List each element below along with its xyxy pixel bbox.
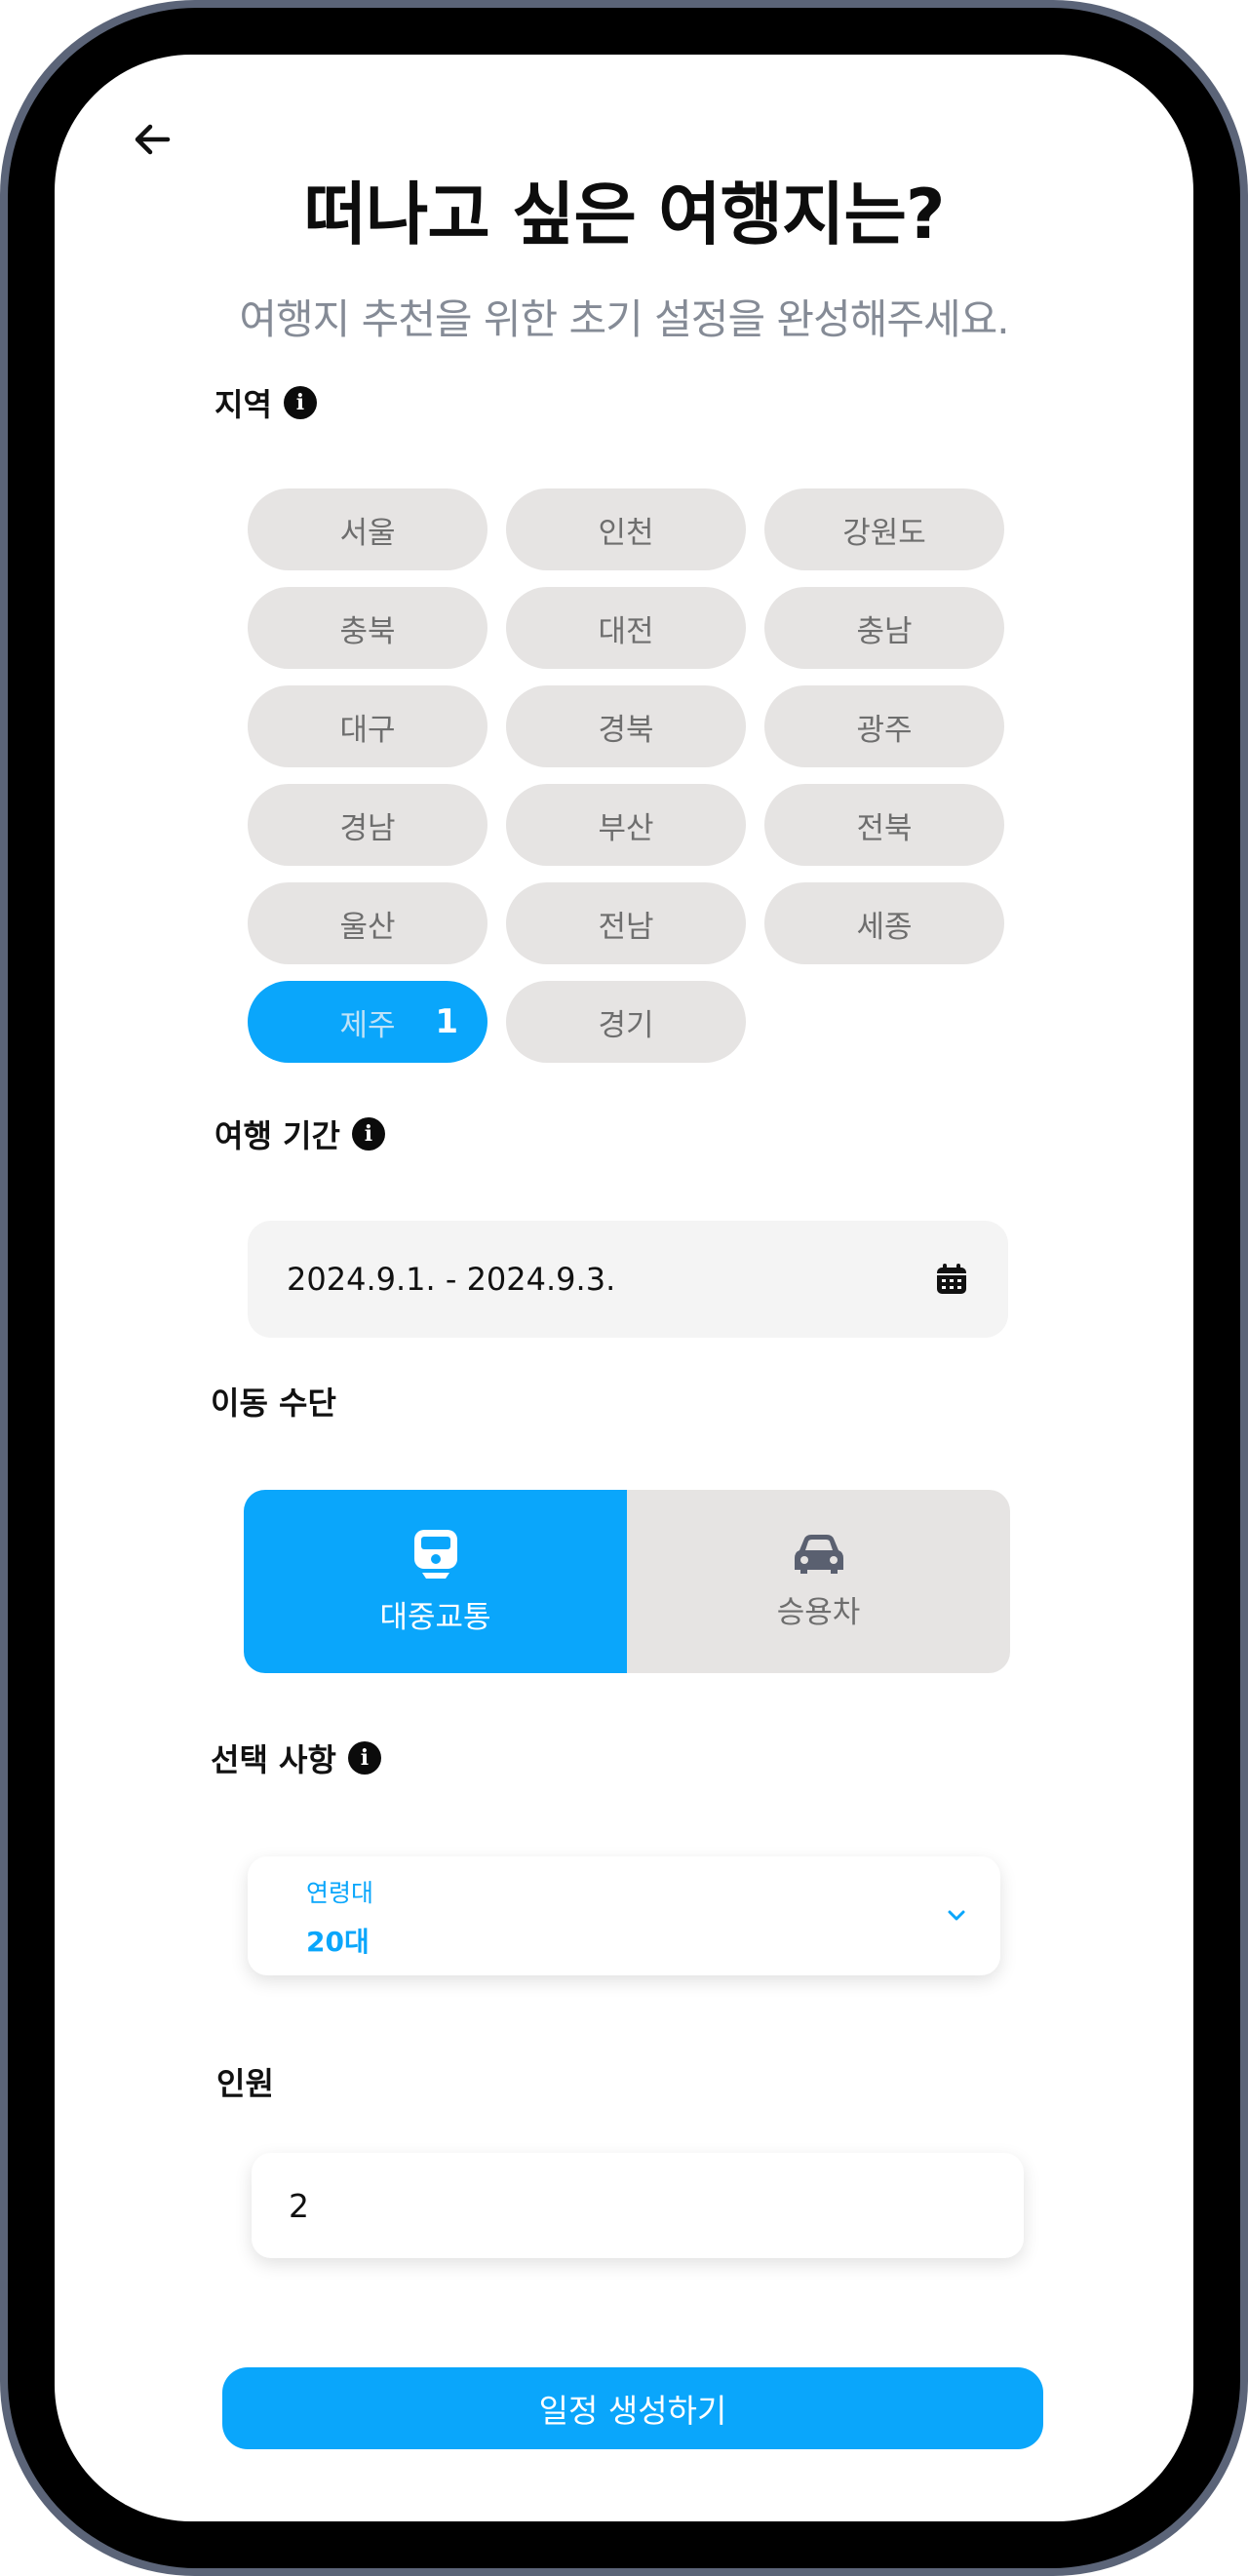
region-chip[interactable]: 광주	[764, 685, 1004, 767]
region-chip[interactable]: 대구	[248, 685, 488, 767]
region-chip-label: 울산	[339, 909, 396, 945]
calendar-icon[interactable]	[934, 1262, 969, 1297]
age-select-label: 연령대	[306, 1879, 374, 1907]
options-label: 선택 사항	[211, 1741, 336, 1778]
region-chip[interactable]: 인천	[506, 488, 746, 570]
region-chip-label: 강원도	[842, 515, 926, 551]
people-label: 인원	[216, 2065, 274, 2102]
region-chip-label: 경북	[598, 712, 654, 748]
transport-option-car[interactable]: 승용차	[627, 1490, 1010, 1673]
region-chip-label: 대구	[339, 712, 396, 748]
region-chip[interactable]: 대전	[506, 587, 746, 669]
region-chip[interactable]: 세종	[764, 882, 1004, 964]
region-chip-label: 부산	[598, 810, 654, 846]
info-icon[interactable]: i	[347, 1741, 381, 1775]
region-chip[interactable]: 경기	[506, 981, 746, 1063]
region-chip-label: 인천	[598, 515, 654, 551]
region-label: 지역	[214, 386, 272, 423]
transport-option-label: 승용차	[776, 1594, 861, 1630]
screen: 떠나고 싶은 여행지는? 여행지 추천을 위한 초기 설정을 완성해주세요. 지…	[55, 55, 1193, 2521]
region-chip[interactable]: 부산	[506, 784, 746, 866]
region-chip-label: 충북	[339, 613, 396, 649]
transport-option-label: 대중교통	[379, 1599, 491, 1635]
region-chip-grid: 서울 인천 강원도충북 대전 충남대구 경북 광주경남 부산 전북울산 전남 세종제주 1 경기	[248, 488, 1004, 1063]
people-section-label: 인원	[216, 2059, 274, 2104]
back-arrow-icon[interactable]	[129, 115, 177, 164]
region-chip-label: 광주	[856, 712, 913, 748]
page-subtitle: 여행지 추천을 위한 초기 설정을 완성해주세요.	[239, 295, 1009, 343]
transport-section-label: 이동 수단	[211, 1379, 336, 1424]
date-range-field[interactable]: 2024.9.1. - 2024.9.3.	[248, 1221, 1008, 1338]
transport-option-public[interactable]: 대중교통	[244, 1490, 627, 1673]
info-icon[interactable]: i	[351, 1117, 385, 1151]
region-chip-label: 경기	[598, 1007, 654, 1043]
create-schedule-button[interactable]: 일정 생성하기	[222, 2367, 1043, 2449]
period-label: 여행 기간	[214, 1117, 340, 1154]
region-chip-label: 전북	[856, 810, 913, 846]
region-chip[interactable]: 경남	[248, 784, 488, 866]
page-title: 떠나고 싶은 여행지는?	[303, 175, 946, 254]
region-section-label: 지역 i	[214, 380, 317, 425]
region-chip[interactable]: 강원도	[764, 488, 1004, 570]
region-chip-label: 대전	[598, 613, 654, 649]
transport-label: 이동 수단	[211, 1385, 336, 1422]
transport-selector: 대중교통 승용차	[244, 1490, 1010, 1673]
region-chip-label: 서울	[339, 515, 396, 551]
region-chip[interactable]: 전남	[506, 882, 746, 964]
region-chip[interactable]: 충북	[248, 587, 488, 669]
age-select-value: 20대	[306, 1926, 370, 1958]
region-chip-label: 충남	[856, 613, 913, 649]
region-chip-label: 제주	[339, 1007, 396, 1043]
region-chip[interactable]: 제주 1	[248, 981, 488, 1063]
region-chip[interactable]: 경북	[506, 685, 746, 767]
chevron-down-icon[interactable]	[942, 1901, 971, 1931]
region-chip-label: 전남	[598, 909, 654, 945]
region-chip[interactable]: 전북	[764, 784, 1004, 866]
train-icon	[413, 1529, 457, 1579]
region-chip[interactable]: 충남	[764, 587, 1004, 669]
region-chip[interactable]: 서울	[248, 488, 488, 570]
period-section-label: 여행 기간 i	[214, 1112, 385, 1156]
info-icon[interactable]: i	[283, 386, 317, 419]
region-chip-label: 경남	[339, 810, 396, 846]
phone-frame: 떠나고 싶은 여행지는? 여행지 추천을 위한 초기 설정을 완성해주세요. 지…	[0, 0, 1248, 2576]
region-chip[interactable]: 울산	[248, 882, 488, 964]
selection-count-badge: 1	[435, 1002, 458, 1041]
car-icon	[794, 1534, 843, 1574]
region-chip-label: 세종	[856, 909, 913, 945]
people-count-input[interactable]: 2	[252, 2153, 1024, 2258]
date-range-value: 2024.9.1. - 2024.9.3.	[287, 1261, 616, 1298]
age-select[interactable]: 연령대 20대	[248, 1856, 1000, 1975]
options-section-label: 선택 사항 i	[211, 1736, 381, 1780]
